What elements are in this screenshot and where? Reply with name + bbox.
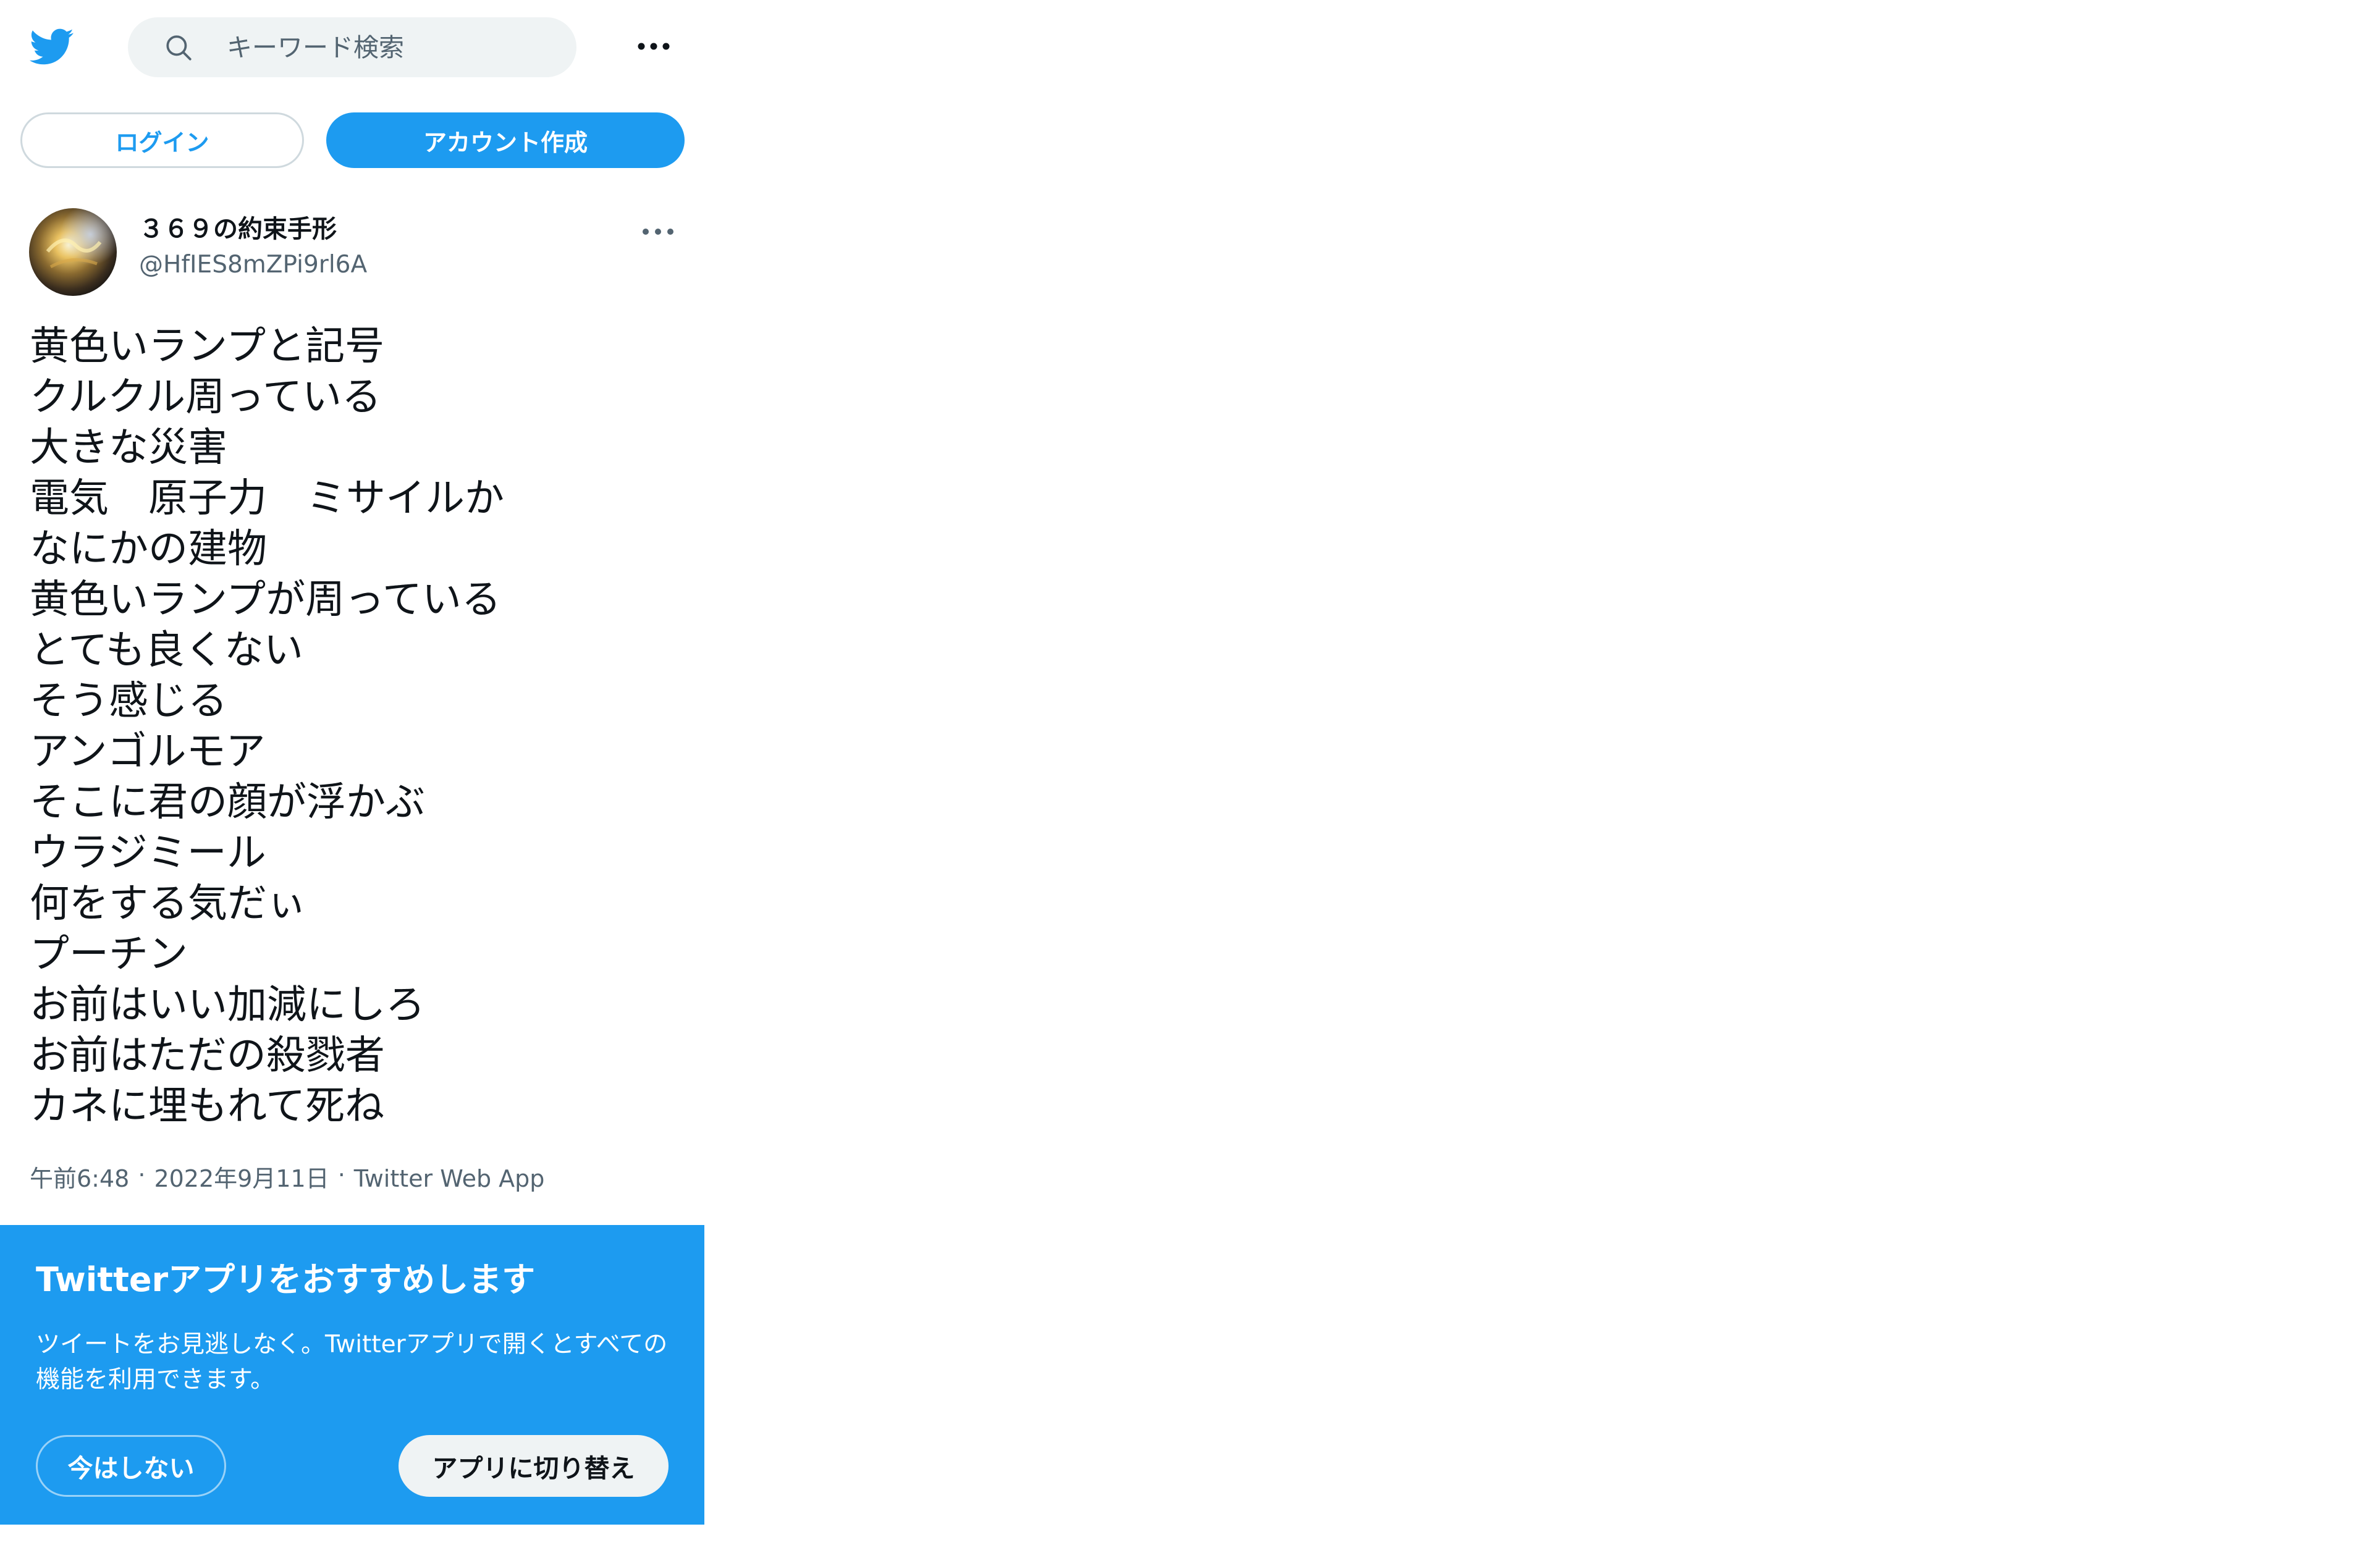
display-name[interactable]: ３６９の約束手形 [139,213,337,245]
switch-to-app-button-label: アプリに切り替え [432,1454,635,1483]
search-input[interactable]: キーワード検索 [227,32,404,64]
tweet-line: 黄色いランプが周っている [30,577,501,623]
tweet-line: クルクル周っている [30,374,381,420]
page: キーワード検索 ログイン アカウント作成 ３６９の約束手形 @HfIES8mZP… [0,0,2380,1566]
tweet-line: お前はただの殺戮者 [30,1033,385,1079]
tweet-text: 黄色いランプと記号 クルクル周っている 大きな災害 電気 原子力 ミサイルか な… [30,321,685,1132]
top-bar: キーワード検索 [0,0,704,93]
meta-separator: · [337,1161,345,1189]
app-promo-banner: Twitterアプリをおすすめします ツイートをお見逃しなく。Twitterアプ… [0,1225,704,1525]
tweet-line: アンゴルモア [30,729,266,775]
tweet-line: ウラジミール [30,830,266,876]
search-icon [166,35,192,61]
tweet-time[interactable]: 午前6:48 [30,1163,129,1194]
search-box[interactable]: キーワード検索 [128,17,576,77]
login-button-label: ログイン [115,128,209,156]
tweet-line: なにかの建物 [30,526,267,572]
more-horizontal-icon[interactable] [633,31,674,62]
meta-separator: · [138,1161,146,1189]
more-horizontal-icon[interactable] [638,216,678,247]
tweet-meta: 午前6:48 · 2022年9月11日 · Twitter Web App [30,1161,545,1194]
create-account-button-label: アカウント作成 [423,128,588,156]
tweet-source[interactable]: Twitter Web App [354,1163,545,1194]
tweet-line: とても良くない [30,628,303,673]
tweet-line: 大きな災害 [30,425,227,471]
tweet-line: 黄色いランプと記号 [30,324,385,369]
tweet-line: 何をする気だぃ [30,881,306,927]
create-account-button[interactable]: アカウント作成 [326,112,685,168]
login-button[interactable]: ログイン [20,112,304,168]
tweet-line: お前はいい加減にしろ [30,982,425,1028]
promo-description: ツイートをお見逃しなく。Twitterアプリで開くとすべての機能を利用できます。 [36,1331,668,1394]
tweet-line: 電気 原子力 ミサイルか [30,476,504,521]
tweet-line: そう感じる [30,678,227,724]
tweet-line: プーチン [30,932,188,977]
avatar-image [29,208,117,296]
not-now-button-label: 今はしない [67,1454,195,1483]
switch-to-app-button[interactable]: アプリに切り替え [399,1435,669,1497]
tweet-date[interactable]: 2022年9月11日 [154,1163,329,1194]
user-handle[interactable]: @HfIES8mZPi9rl6A [139,250,367,280]
not-now-button[interactable]: 今はしない [36,1435,226,1497]
tweet-line: そこに君の顔が浮かぶ [30,780,425,825]
promo-title: Twitterアプリをおすすめします [36,1260,536,1299]
twitter-bird-icon[interactable] [28,23,74,70]
tweet-line: カネに埋もれて死ね [30,1084,385,1129]
avatar[interactable] [29,208,117,296]
